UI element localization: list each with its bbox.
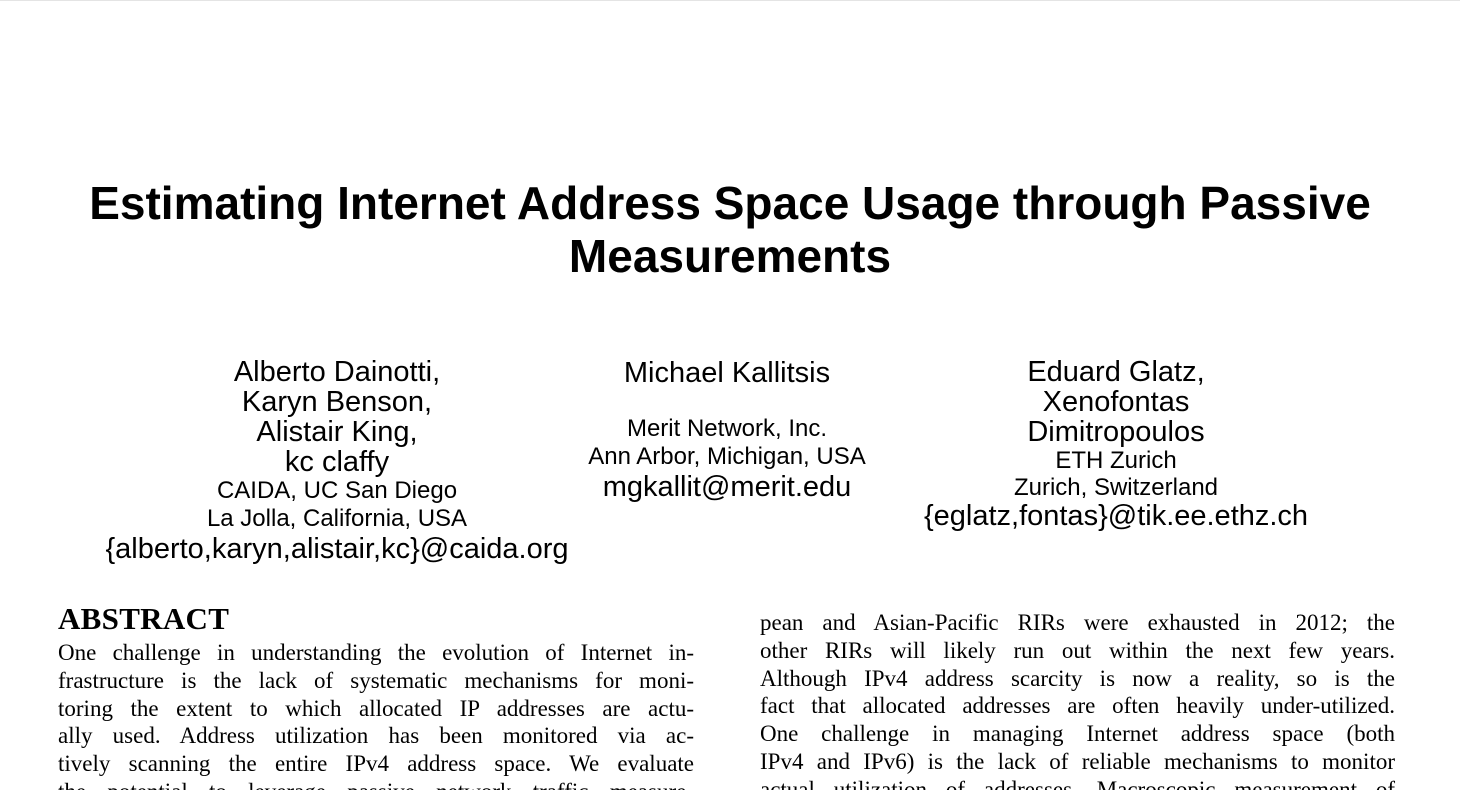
body-line: other RIRs will likely run out within th… [760,637,1395,663]
abstract-line: ally used. Address utilization has been … [58,723,694,749]
abstract-line: tively scanning the entire IPv4 address … [58,751,694,777]
author-affiliation: Merit Network, Inc. [626,415,828,442]
author-name: Karyn Benson, [241,386,433,418]
body-line: IPv4 and IPv6) is the lack of reliable m… [760,748,1395,774]
author-block-eth: Eduard Glatz, Xenofontas Dimitropoulos E… [916,357,1316,531]
abstract-line: the potential to leverage passive networ… [58,778,694,790]
abstract-line: frastructure is the lack of systematic m… [58,667,694,693]
title-line-1: Estimating Internet Address Space Usage … [89,177,1371,229]
author-name: Alberto Dainotti, [233,356,441,388]
abstract-heading: ABSTRACT [58,601,230,636]
author-name: Eduard Glatz, [1027,356,1205,388]
body-line: Although IPv4 address scarcity is now a … [760,665,1395,691]
left-column: ABSTRACT One challenge in understanding … [58,601,694,790]
author-name: Alistair King, [256,416,418,448]
author-email: {eglatz,fontas}@tik.ee.ethz.ch [923,500,1309,532]
body-line: fact that allocated addresses are often … [760,693,1395,719]
author-affiliation: ETH Zurich [1055,447,1177,474]
title-line-2: Measurements [568,230,892,282]
author-name: Michael Kallitsis [623,357,831,389]
author-affiliation: CAIDA, UC San Diego [216,477,458,504]
author-name: Xenofontas [1042,386,1190,418]
paper-title: Estimating Internet Address Space Usage … [0,177,1460,283]
body-line: One challenge in managing Internet addre… [760,721,1395,747]
author-location: Zurich, Switzerland [1013,474,1219,501]
author-location: La Jolla, California, USA [206,505,468,532]
author-name: Dimitropoulos [1027,416,1205,448]
abstract-line: One challenge in understanding the evolu… [58,640,694,665]
author-location: Ann Arbor, Michigan, USA [588,443,866,470]
body-line: pean and Asian-Pacific RIRs were exhaust… [760,610,1395,635]
author-block-caida: Alberto Dainotti, Karyn Benson, Alistair… [105,356,568,565]
abstract-line: toring the extent to which allocated IP … [58,695,694,721]
author-name: kc claffy [284,446,390,478]
author-block-merit: Michael Kallitsis Merit Network, Inc. An… [527,357,927,503]
body-line: actual utilization of addresses. Macrosc… [760,776,1395,790]
right-column: pean and Asian-Pacific RIRs were exhaust… [760,609,1395,790]
author-email: mgkallit@merit.edu [602,471,852,503]
author-email: {alberto,karyn,alistair,kc}@caida.org [105,533,569,565]
